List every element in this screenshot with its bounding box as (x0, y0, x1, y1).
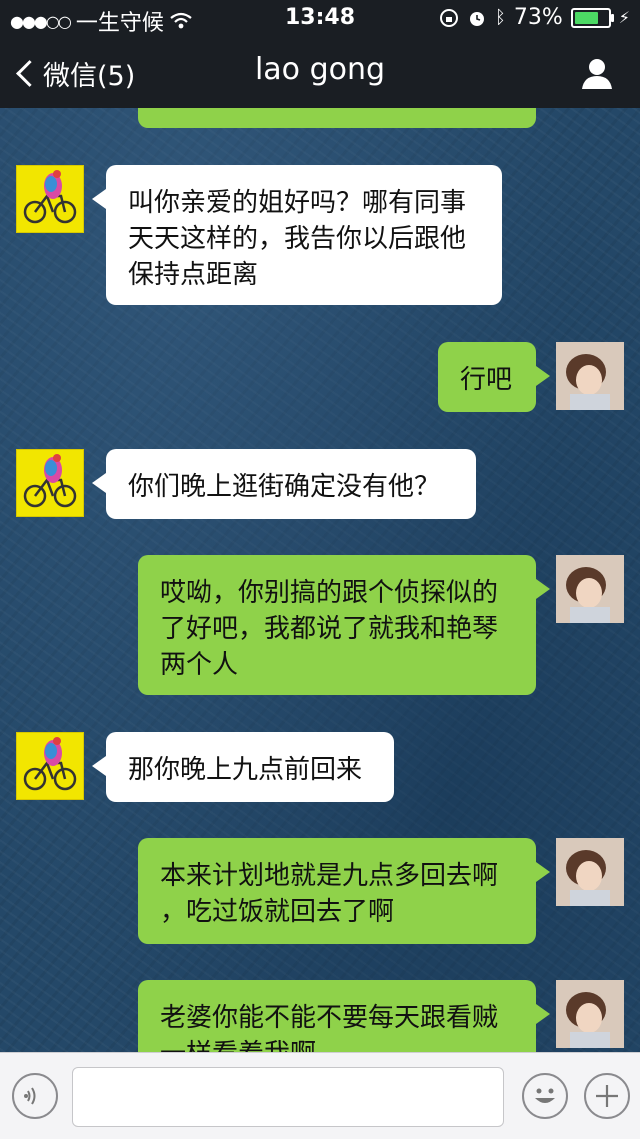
message-bubble-outgoing[interactable]: 本来计划地就是九点多回去啊 ，吃过饭就回去了啊 (138, 838, 550, 944)
emoji-icon (535, 1088, 555, 1103)
input-toolbar (0, 1052, 640, 1139)
emoji-button[interactable] (522, 1073, 568, 1119)
plus-icon (596, 1085, 618, 1107)
voice-icon (24, 1087, 36, 1105)
charging-icon: ⚡ (618, 8, 630, 27)
status-bar: ●●●○○ 一生守候 13:48 ᛒ 73% ⚡ (0, 0, 640, 36)
my-avatar[interactable] (556, 980, 624, 1048)
chat-title: lao gong (254, 52, 386, 87)
message-input[interactable] (72, 1067, 504, 1127)
contact-avatar[interactable] (16, 732, 84, 800)
my-avatar[interactable] (556, 555, 624, 623)
message-list[interactable]: 叫你亲爱的姐好吗？哪有同事 天天这样的，我告你以后跟他 保持点距离 行吧 你们晚… (0, 0, 640, 1052)
voice-button[interactable] (12, 1073, 58, 1119)
message-bubble-outgoing[interactable]: 行吧 (438, 342, 550, 412)
my-avatar[interactable] (556, 342, 624, 410)
orientation-lock-icon (440, 8, 459, 27)
battery-icon (570, 7, 614, 28)
alarm-icon (470, 11, 485, 26)
more-button[interactable] (584, 1073, 630, 1119)
bluetooth-icon: ᛒ (495, 7, 506, 28)
contact-avatar[interactable] (16, 449, 84, 517)
contact-info-icon[interactable] (580, 56, 614, 90)
contact-avatar[interactable] (16, 165, 84, 233)
message-bubble-outgoing[interactable]: 老婆你能不能不要每天跟看贼 一样看着我啊 (138, 980, 550, 1052)
message-bubble-incoming[interactable]: 那你晚上九点前回来 (92, 732, 394, 802)
my-avatar[interactable] (556, 838, 624, 906)
message-bubble-incoming[interactable]: 你们晚上逛街确定没有他？ (92, 449, 476, 519)
message-bubble-incoming[interactable]: 叫你亲爱的姐好吗？哪有同事 天天这样的，我告你以后跟他 保持点距离 (92, 165, 502, 305)
navigation-bar: ●●●○○ 一生守候 13:48 ᛒ 73% ⚡ 微信(5) lao gong (0, 0, 640, 108)
battery-percent: 73% (513, 5, 563, 30)
message-bubble-outgoing[interactable]: 哎呦，你别搞的跟个侦探似的 了好吧，我都说了就我和艳琴 两个人 (138, 555, 550, 695)
